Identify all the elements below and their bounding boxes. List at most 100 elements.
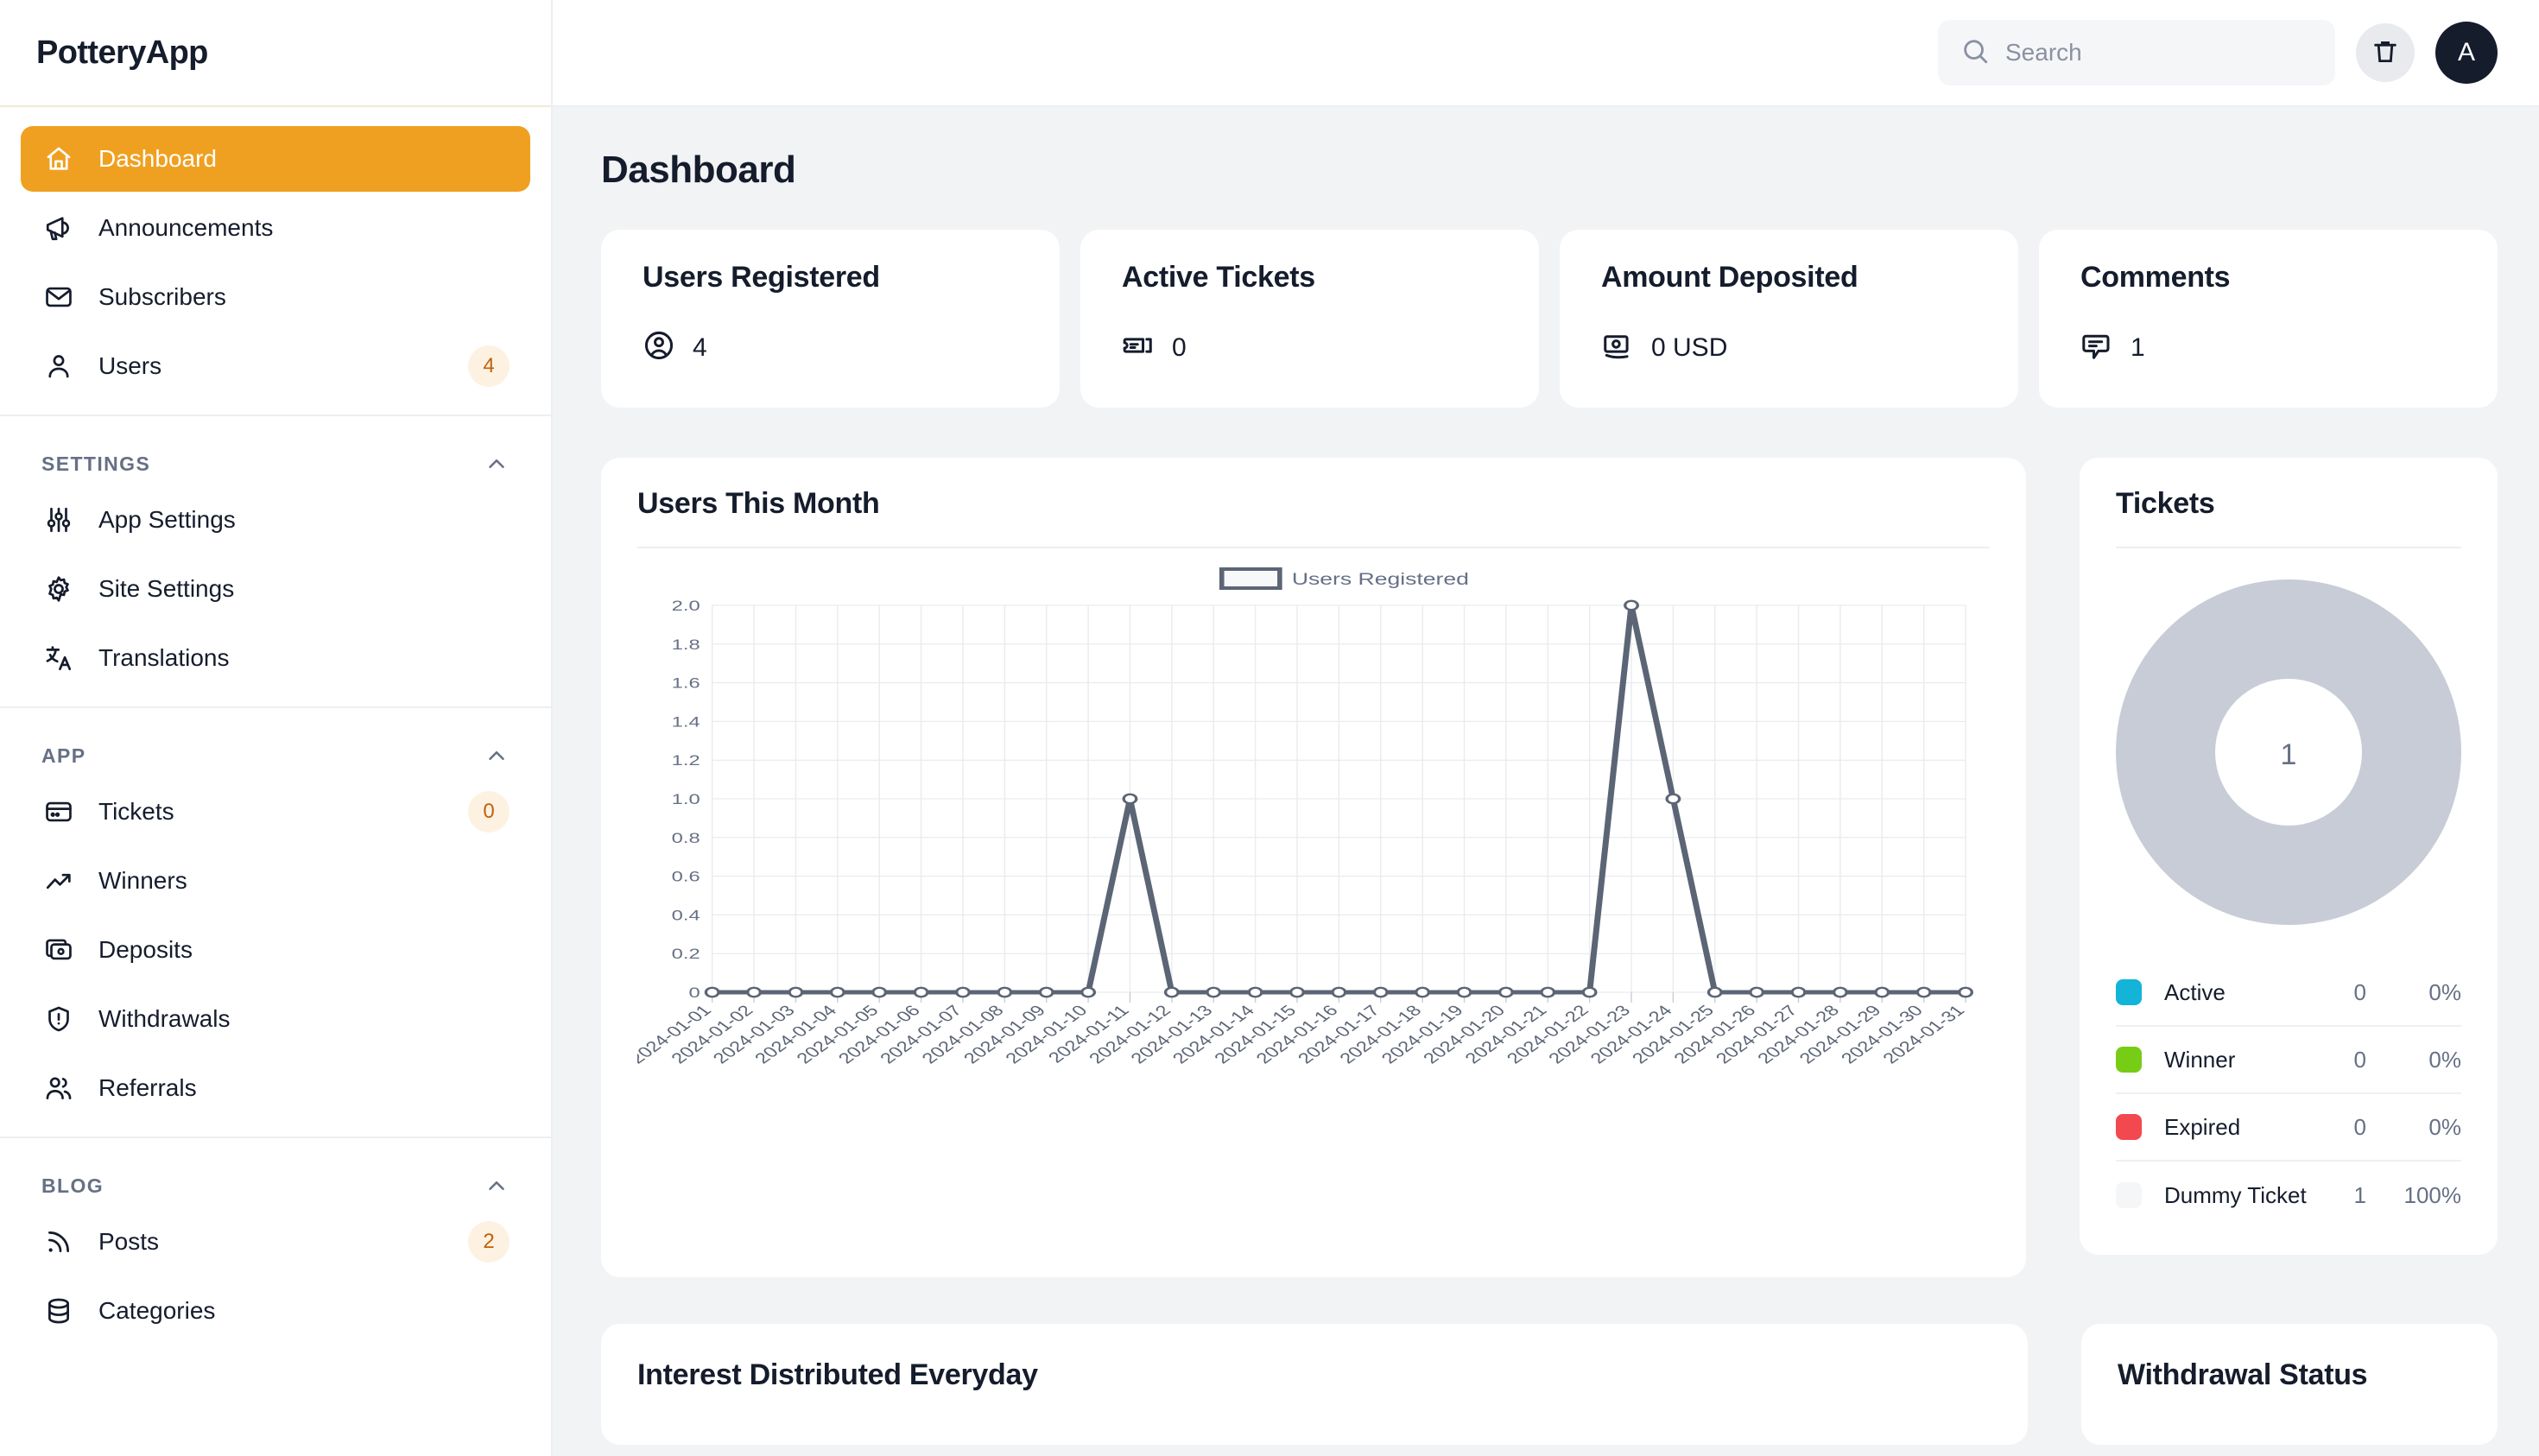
legend-swatch (2116, 1182, 2142, 1208)
chart-point[interactable] (1038, 986, 1054, 998)
chart-point[interactable] (1540, 986, 1556, 998)
sidebar-item-users[interactable]: Users 4 (21, 333, 530, 399)
chart-point[interactable] (1665, 793, 1681, 805)
sidebar-item-posts[interactable]: Posts 2 (21, 1209, 530, 1275)
chart-point[interactable] (913, 986, 929, 998)
legend-label: Winner (2164, 1046, 2236, 1073)
chart-point[interactable] (1247, 986, 1263, 998)
chart-point[interactable] (704, 986, 720, 998)
chevron-up-icon[interactable] (484, 743, 510, 769)
chart-point[interactable] (1456, 986, 1472, 998)
comment-icon (2080, 329, 2113, 366)
sidebar-group-header-settings[interactable]: SETTINGS (21, 435, 530, 487)
brand-title: PotteryApp (36, 34, 208, 71)
chart-point[interactable] (1706, 986, 1723, 998)
y-tick-label: 0 (688, 984, 700, 1001)
bottom-panels: Interest Distributed Everyday Withdrawal… (601, 1324, 2498, 1445)
ticket-legend-row-active: Active 0 0% (2116, 959, 2461, 1027)
chart-point[interactable] (746, 986, 763, 998)
chart-point[interactable] (1874, 986, 1890, 998)
chart-point[interactable] (1415, 986, 1431, 998)
chart-point[interactable] (1122, 793, 1138, 805)
tickets-legend: Active 0 0% Winner 0 0% Expired 0 0% Dum… (2116, 959, 2461, 1229)
brand[interactable]: PotteryApp (0, 0, 551, 107)
envelope-icon (41, 280, 76, 314)
user-icon (41, 349, 76, 383)
y-tick-label: 0.4 (672, 908, 700, 924)
sidebar-item-label: App Settings (98, 506, 236, 533)
withdrawal-card-title: Withdrawal Status (2118, 1358, 2368, 1391)
search-box[interactable] (1938, 20, 2335, 85)
chart-point[interactable] (871, 986, 888, 998)
chart-point[interactable] (1832, 986, 1848, 998)
chart-point[interactable] (955, 986, 971, 998)
page-content: Dashboard Users Registered 4 Active Tick… (553, 107, 2539, 1456)
chart-point[interactable] (1790, 986, 1807, 998)
sidebar-item-app-settings[interactable]: App Settings (21, 487, 530, 553)
sidebar-item-announcements[interactable]: Announcements (21, 195, 530, 261)
sidebar-item-label: Translations (98, 644, 230, 671)
interest-card-title: Interest Distributed Everyday (637, 1358, 1038, 1391)
home-icon (41, 142, 76, 176)
users-line-chart[interactable]: Users Registered 0 0.2 0.4 0.6 0.8 1.0 1.2 1.4 1.… (637, 560, 1990, 1251)
sidebar-item-translations[interactable]: Translations (21, 625, 530, 691)
stat-card-title: Comments (2080, 261, 2231, 294)
legend-count: 0 (2353, 978, 2366, 1005)
sidebar-item-label: Announcements (98, 214, 274, 241)
chart-point[interactable] (829, 986, 845, 998)
chart-point[interactable] (1624, 599, 1639, 611)
avatar[interactable]: A (2435, 22, 2498, 84)
sidebar-item-label: Posts (98, 1228, 160, 1255)
sidebar-item-label: Dashboard (98, 145, 217, 172)
chart-point[interactable] (1497, 986, 1514, 998)
tickets-donut-chart[interactable]: 1 (2116, 548, 2461, 959)
search-input[interactable] (2005, 39, 2313, 66)
chart-point[interactable] (1289, 986, 1305, 998)
sidebar-item-site-settings[interactable]: Site Settings (21, 556, 530, 622)
stat-cards: Users Registered 4 Active Tickets 0 Amou… (601, 230, 2498, 408)
chart-point[interactable] (1163, 986, 1180, 998)
chart-point[interactable] (1206, 986, 1222, 998)
chart-point[interactable] (1958, 986, 1973, 998)
ticket-legend-row-winner: Winner 0 0% (2116, 1027, 2461, 1094)
chart-point[interactable] (788, 986, 804, 998)
sidebar-group-title: APP (41, 744, 86, 767)
sidebar-item-deposits[interactable]: Deposits (21, 917, 530, 983)
sidebar-item-subscribers[interactable]: Subscribers (21, 264, 530, 330)
rss-icon (41, 1225, 76, 1259)
chart-legend-label: Users Registered (1292, 570, 1469, 588)
sidebar-item-categories[interactable]: Categories (21, 1278, 530, 1344)
sidebar-item-withdrawals[interactable]: Withdrawals (21, 986, 530, 1052)
sidebar-item-dashboard[interactable]: Dashboard (21, 126, 530, 192)
legend-label: Expired (2164, 1113, 2241, 1140)
app-root: PotteryApp Dashboard Announcements Subsc… (0, 0, 2539, 1456)
sliders-icon (41, 503, 76, 537)
chevron-up-icon[interactable] (484, 451, 510, 477)
gear-icon (41, 572, 76, 606)
chart-point[interactable] (1581, 986, 1598, 998)
chart-point[interactable] (1915, 986, 1932, 998)
sidebar-primary-nav: Dashboard Announcements Subscribers User… (0, 107, 551, 415)
chevron-up-icon[interactable] (484, 1173, 510, 1199)
chart-y-axis: 0 0.2 0.4 0.6 0.8 1.0 1.2 1.4 1.6 1.8 2.0 (672, 598, 1966, 1001)
y-tick-label: 1.8 (672, 636, 700, 653)
page-title: Dashboard (601, 149, 796, 191)
chart-point[interactable] (1372, 986, 1389, 998)
y-tick-label: 1.2 (672, 752, 700, 769)
sidebar-group-header-blog[interactable]: BLOG (21, 1157, 530, 1209)
chart-point[interactable] (997, 986, 1013, 998)
sidebar-item-referrals[interactable]: Referrals (21, 1055, 530, 1121)
trash-button[interactable] (2356, 23, 2415, 82)
chart-point[interactable] (1331, 986, 1347, 998)
tickets-card-title: Tickets (2116, 487, 2215, 520)
ticket-icon (1122, 329, 1155, 366)
sidebar-group-app: APP Tickets 0 Winners Deposits Withdrawa… (0, 706, 551, 1136)
chart-point[interactable] (1080, 986, 1097, 998)
sidebar-group-settings: SETTINGS App Settings Site Settings Tran… (0, 415, 551, 706)
y-tick-label: 1.4 (672, 714, 700, 731)
sidebar-item-winners[interactable]: Winners (21, 848, 530, 914)
sidebar-group-header-app[interactable]: APP (21, 727, 530, 779)
shield-alert-icon (41, 1002, 76, 1036)
sidebar-item-tickets[interactable]: Tickets 0 (21, 779, 530, 845)
chart-point[interactable] (1749, 986, 1765, 998)
